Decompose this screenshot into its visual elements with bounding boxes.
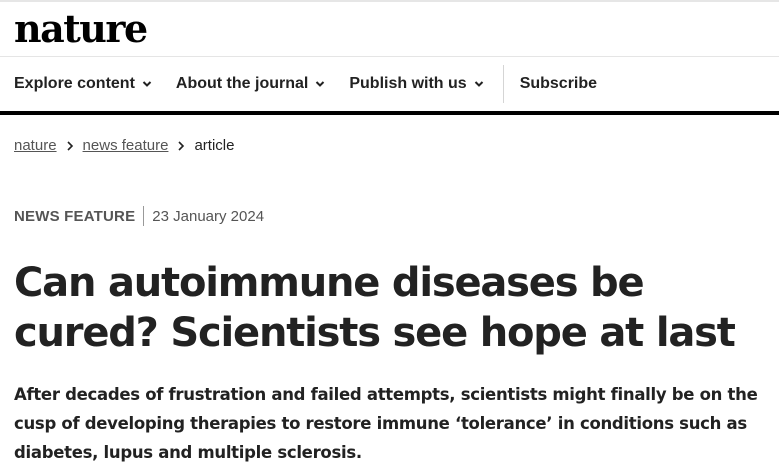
nav-explore-content[interactable]: Explore content [0, 75, 152, 93]
article-standfirst: After decades of frustration and failed … [14, 385, 758, 462]
nav-divider [502, 65, 504, 103]
chevron-right-icon [66, 140, 73, 151]
article-meta: NEWS FEATURE 23 January 2024 [14, 206, 264, 226]
article-type-label: NEWS FEATURE [14, 207, 136, 225]
publication-date: 23 January 2024 [152, 207, 265, 225]
subscribe-link[interactable]: Subscribe [520, 75, 597, 93]
chevron-down-icon [142, 81, 152, 87]
nav-publish-with-us[interactable]: Publish with us [349, 75, 483, 93]
breadcrumb: nature news feature article [14, 137, 234, 154]
nav-about-the-journal[interactable]: About the journal [176, 75, 325, 93]
meta-divider [143, 206, 145, 226]
nav-publish-with-us-label: Publish with us [349, 75, 467, 92]
nav-bottom-bar [0, 111, 779, 115]
chevron-down-icon [316, 81, 325, 87]
article-title: Can autoimmune diseases be cured? Scient… [14, 260, 736, 356]
breadcrumb-nature[interactable]: nature [14, 137, 57, 154]
nature-logo[interactable]: nature [14, 6, 148, 52]
chevron-right-icon [178, 140, 185, 151]
breadcrumb-news-feature[interactable]: news feature [83, 137, 169, 154]
nav-explore-content-label: Explore content [14, 75, 135, 92]
top-rule [0, 0, 779, 2]
nav-about-the-journal-label: About the journal [175, 75, 309, 92]
chevron-down-icon [474, 81, 483, 87]
main-nav: Explore content About the journal Publis… [0, 57, 779, 111]
breadcrumb-current: article [194, 137, 235, 154]
